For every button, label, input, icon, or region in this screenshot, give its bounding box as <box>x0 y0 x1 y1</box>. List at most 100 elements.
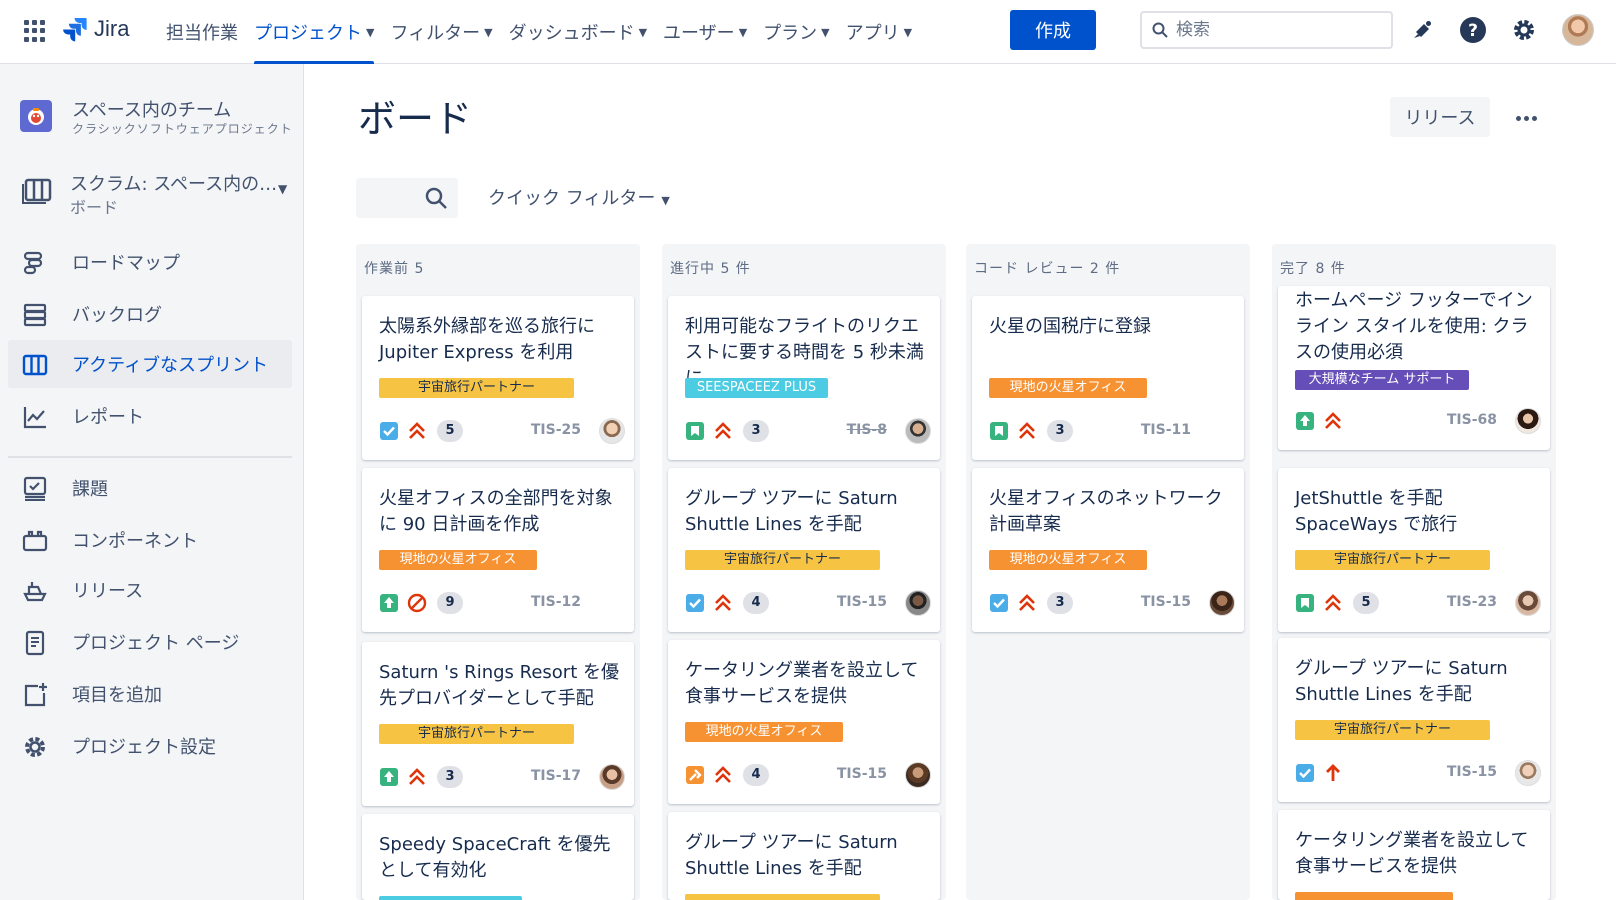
board-column-0: 作業前 5 太陽系外縁部を巡る旅行に Jupiter Express を利用 宇宙旅… <box>356 244 640 900</box>
issue-card[interactable]: ケータリング業者を設立して食事サービスを提供 現地の火星オフィス 4 TIS-15 <box>668 640 940 804</box>
issue-key[interactable]: TIS-12 <box>531 594 581 610</box>
issue-type-subtask-icon <box>686 766 704 784</box>
quick-filter-dropdown[interactable]: クイック フィルター ▼ <box>488 184 670 210</box>
story-points-badge: 3 <box>437 766 463 788</box>
assignee-avatar[interactable] <box>1209 590 1235 616</box>
assignee-avatar[interactable] <box>905 590 931 616</box>
sidebar-item-pages[interactable]: プロジェクト ページ <box>8 618 292 666</box>
issue-summary: ケータリング業者を設立して食事サービスを提供 <box>685 660 919 707</box>
issue-key[interactable]: TIS-68 <box>1447 412 1497 428</box>
story-points-badge: 3 <box>743 420 769 442</box>
components-icon <box>22 530 48 552</box>
nav-item-6[interactable]: アプリ ▼ <box>838 0 920 64</box>
nav-item-1[interactable]: プロジェクト ▼ <box>246 0 382 64</box>
sidebar-item-label: ロードマップ <box>72 253 180 274</box>
issue-summary: Speedy SpaceCraft を優先として有効化 <box>379 834 611 881</box>
sidebar-item-issues[interactable]: 課題 <box>8 464 292 512</box>
assignee-avatar[interactable] <box>1515 590 1541 616</box>
issue-key[interactable]: TIS-15 <box>1447 764 1497 780</box>
issue-type-improvement-icon <box>380 768 398 786</box>
project-sidebar: スペース内のチーム クラシックソフトウェアプロジェクト スクラム: スペース内の… <box>0 64 304 900</box>
issue-card[interactable]: 太陽系外縁部を巡る旅行に Jupiter Express を利用 宇宙旅行パートナ… <box>362 296 634 460</box>
issue-key[interactable]: TIS-23 <box>1447 594 1497 610</box>
issue-card[interactable]: グループ ツアーに Saturn Shuttle Lines を手配 <box>668 812 940 900</box>
search-icon <box>1152 22 1168 38</box>
issue-card[interactable]: グループ ツアーに Saturn Shuttle Lines を手配 宇宙旅行パー… <box>668 468 940 632</box>
releases-icon <box>23 582 47 602</box>
assignee-avatar[interactable] <box>599 418 625 444</box>
nav-item-2[interactable]: フィルター ▼ <box>382 0 500 64</box>
nav-item-5[interactable]: プラン ▼ <box>755 0 837 64</box>
issue-key[interactable]: TIS-15 <box>1141 594 1191 610</box>
issue-card[interactable]: 火星の国税庁に登録 現地の火星オフィス 3 TIS-11 <box>972 296 1244 460</box>
search-input[interactable] <box>1176 20 1366 40</box>
reports-icon <box>23 407 46 429</box>
assignee-avatar[interactable] <box>1515 408 1541 434</box>
settings-icon[interactable] <box>1508 14 1540 46</box>
assignee-avatar[interactable] <box>1515 760 1541 786</box>
sidebar-item-label: レポート <box>72 407 144 428</box>
jira-logo[interactable]: Jira <box>62 16 129 42</box>
board-selector[interactable]: スクラム: スペース内の… ボード ▼ <box>20 170 290 218</box>
issue-card[interactable]: Saturn 's Rings Resort を優先プロバイダーとして手配 宇宙旅… <box>362 642 634 806</box>
sidebar-item-reports[interactable]: レポート <box>8 392 292 440</box>
help-icon[interactable]: ? <box>1457 14 1489 46</box>
search-icon <box>425 187 447 209</box>
global-search[interactable] <box>1140 11 1393 49</box>
logo-text: Jira <box>94 16 130 41</box>
story-points-badge: 4 <box>743 592 769 614</box>
board-search[interactable] <box>356 178 458 218</box>
issue-key[interactable]: TIS-17 <box>531 768 581 784</box>
issue-card[interactable]: グループ ツアーに Saturn Shuttle Lines を手配 宇宙旅行パー… <box>1278 638 1550 802</box>
sidebar-item-board[interactable]: アクティブなスプリント <box>8 340 292 388</box>
sidebar-item-gear[interactable]: プロジェクト設定 <box>8 722 292 770</box>
issue-card[interactable]: ケータリング業者を設立して食事サービスを提供 <box>1278 810 1550 900</box>
nav-item-4[interactable]: ユーザー ▼ <box>655 0 755 64</box>
more-options-icon[interactable] <box>1508 100 1544 136</box>
issue-card[interactable]: 火星オフィスのネットワーク計画草案 現地の火星オフィス 3 TIS-15 <box>972 468 1244 632</box>
issue-key[interactable]: TIS-15 <box>837 766 887 782</box>
app-switcher-icon[interactable] <box>24 20 46 42</box>
create-button[interactable]: 作成 <box>1010 10 1096 50</box>
issue-key[interactable]: TIS-8 <box>847 422 887 438</box>
issue-key[interactable]: TIS-15 <box>837 594 887 610</box>
issue-card[interactable]: JetShuttle を手配 SpaceWays で旅行 宇宙旅行パートナー 5 TI… <box>1278 468 1550 632</box>
sidebar-item-backlog[interactable]: バックログ <box>8 290 292 338</box>
story-points-badge: 4 <box>743 764 769 786</box>
issue-summary: ホームページ フッターでインライン スタイルを使用: クラスの使用必須 <box>1295 290 1533 363</box>
assignee-avatar[interactable] <box>599 764 625 790</box>
issue-card[interactable]: 火星オフィスの全部門を対象に 90 日計画を作成 現地の火星オフィス 9 TIS-12 <box>362 468 634 632</box>
issue-summary: 火星オフィスのネットワーク計画草案 <box>989 488 1223 535</box>
card-footer: 3 TIS-11 <box>989 418 1235 444</box>
board-switch-icon <box>22 178 52 204</box>
notifications-icon[interactable] <box>1406 14 1438 46</box>
issue-summary: グループ ツアーに Saturn Shuttle Lines を手配 <box>1295 658 1508 705</box>
nav-item-0[interactable]: 担当作業 <box>158 0 246 64</box>
issue-type-story-icon <box>1296 594 1314 612</box>
card-footer: TIS-68 <box>1295 408 1541 434</box>
sidebar-item-releases[interactable]: リリース <box>8 566 292 614</box>
priority-highest-icon <box>715 594 731 611</box>
pages-icon <box>25 630 45 656</box>
issue-summary: グループ ツアーに Saturn Shuttle Lines を手配 <box>685 832 898 879</box>
sidebar-item-add-item[interactable]: 項目を追加 <box>8 670 292 718</box>
card-footer: 4 TIS-15 <box>685 762 931 788</box>
sidebar-item-roadmap[interactable]: ロードマップ <box>8 238 292 286</box>
svg-text:?: ? <box>1468 21 1478 41</box>
issue-card[interactable]: 利用可能なフライトのリクエストに要する時間を 5 秒未満にSEESPACEEZ … <box>668 296 940 460</box>
issue-card[interactable]: ホームページ フッターでインライン スタイルを使用: クラスの使用必須 大規模なチ… <box>1278 286 1550 450</box>
project-header[interactable]: スペース内のチーム クラシックソフトウェアプロジェクト <box>20 100 292 136</box>
release-button[interactable]: リリース <box>1390 97 1490 137</box>
issue-card[interactable]: Speedy SpaceCraft を優先として有効化 <box>362 814 634 900</box>
user-avatar[interactable] <box>1562 14 1594 46</box>
nav-item-3[interactable]: ダッシュボード ▼ <box>501 0 655 64</box>
issue-key[interactable]: TIS-25 <box>531 422 581 438</box>
assignee-avatar[interactable] <box>905 418 931 444</box>
nav-item-label: ユーザー <box>663 23 735 44</box>
roadmap-icon <box>23 251 43 275</box>
issue-key[interactable]: TIS-11 <box>1141 422 1191 438</box>
page-title: ボード <box>358 97 473 141</box>
sidebar-item-components[interactable]: コンポーネント <box>8 516 292 564</box>
assignee-avatar[interactable] <box>905 762 931 788</box>
primary-nav: 担当作業 プロジェクト ▼ フィルター ▼ ダッシュボード ▼ ユーザー ▼ プラン ▼ アプリ ▼ <box>158 0 920 64</box>
